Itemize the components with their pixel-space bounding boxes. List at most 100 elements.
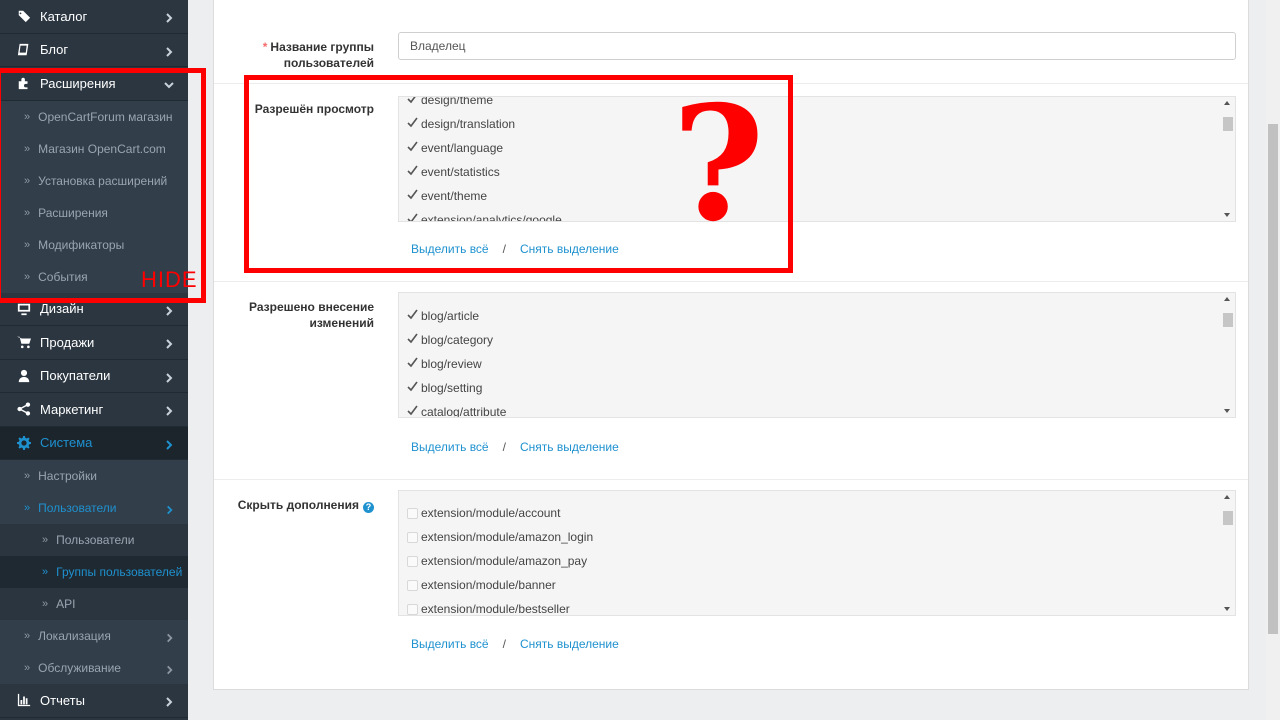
list-scrollbar[interactable] <box>1221 97 1235 221</box>
sidebar-item-reports[interactable]: Отчеты <box>0 684 188 718</box>
checkbox-unchecked[interactable] <box>407 579 418 591</box>
sidebar-subitem-installer[interactable]: » Установка расширений <box>0 164 188 197</box>
sidebar-subitem-extensions[interactable]: » Расширения <box>0 196 188 229</box>
scroll-up-arrow-icon[interactable] <box>1224 297 1230 301</box>
sidebar-subitem-label: Модификаторы <box>38 237 125 252</box>
user-icon <box>16 369 32 383</box>
cart-icon <box>16 335 32 349</box>
sidebar-item-label: Система <box>40 435 93 451</box>
form-row-hide-extensions: Скрыть дополнения? extension/module/acco… <box>214 480 1248 689</box>
chevron-right-icon <box>164 695 174 707</box>
deselect-link[interactable]: Снять выделение <box>520 637 619 651</box>
list-scrollbar[interactable] <box>1221 491 1235 615</box>
sidebar-item-label: Маркетинг <box>40 401 104 417</box>
chevron-right-icon <box>165 504 174 515</box>
scroll-down-arrow-icon[interactable] <box>1224 213 1230 217</box>
checkmark-icon <box>407 189 418 200</box>
page-scrollbar[interactable] <box>1266 0 1280 720</box>
double-chevron-icon: » <box>24 206 31 219</box>
gear-icon <box>16 435 32 450</box>
double-chevron-icon: » <box>24 662 31 674</box>
hide-extensions-list[interactable]: extension/module/account extension/modul… <box>398 490 1236 616</box>
checkbox-item[interactable]: extension/module/amazon_pay <box>407 549 587 573</box>
checkbox-item[interactable]: extension/analytics/google <box>407 208 562 221</box>
checkbox-item[interactable]: blog/review <box>407 352 482 376</box>
checkbox-item[interactable]: design/translation <box>407 112 515 136</box>
checkbox-item[interactable]: design/theme <box>407 97 493 112</box>
sidebar-subsubitem-label: Пользователи <box>56 533 135 547</box>
sidebar-item-system[interactable]: Система <box>0 426 188 460</box>
sidebar-subitem-ocforum-store[interactable]: » OpenCartForum магазин <box>0 100 188 133</box>
deselect-link[interactable]: Снять выделение <box>520 440 619 454</box>
scroll-up-arrow-icon[interactable] <box>1224 101 1230 105</box>
page-scrollbar-thumb[interactable] <box>1268 124 1278 634</box>
checkmark-icon <box>407 309 418 320</box>
checkbox-item[interactable]: extension/module/account <box>407 501 560 525</box>
access-permission-list[interactable]: design/theme design/translation event/la… <box>398 96 1236 222</box>
sidebar-subitem-label: Магазин OpenCart.com <box>38 141 166 156</box>
checkmark-icon <box>407 357 418 368</box>
checkbox-item[interactable]: blog/setting <box>407 376 482 400</box>
checkbox-item[interactable]: catalog/attribute <box>407 400 506 417</box>
select-all-link[interactable]: Выделить всё <box>411 637 489 651</box>
sidebar-item-customers[interactable]: Покупатели <box>0 360 188 393</box>
monitor-icon <box>16 302 32 316</box>
sidebar-item-blog[interactable]: Блог <box>0 34 188 67</box>
sidebar-subitem-localisation[interactable]: » Локализация <box>0 620 188 652</box>
double-chevron-icon: » <box>42 534 49 546</box>
scrollbar-thumb[interactable] <box>1223 313 1233 327</box>
scroll-down-arrow-icon[interactable] <box>1224 607 1230 611</box>
checkbox-item[interactable]: event/language <box>407 136 503 160</box>
modify-permission-list[interactable]: blog/article blog/category blog/review b… <box>398 292 1236 418</box>
sidebar-subitem-label: Установка расширений <box>38 173 168 188</box>
required-asterisk: * <box>262 40 268 54</box>
sidebar-subitem-settings[interactable]: » Настройки <box>0 460 188 492</box>
select-all-link[interactable]: Выделить всё <box>411 440 489 454</box>
sidebar-item-sales[interactable]: Продажи <box>0 326 188 360</box>
checkbox-unchecked[interactable] <box>407 507 418 519</box>
checkbox-item[interactable]: event/theme <box>407 184 487 208</box>
group-name-input[interactable] <box>398 32 1236 60</box>
scroll-down-arrow-icon[interactable] <box>1224 409 1230 413</box>
sidebar-item-catalog[interactable]: Каталог <box>0 0 188 34</box>
sidebar-subsubitem-users[interactable]: » Пользователи <box>0 524 188 556</box>
select-all-link[interactable]: Выделить всё <box>411 242 489 256</box>
checkmark-icon <box>407 405 418 416</box>
question-circle-icon[interactable]: ? <box>363 501 374 513</box>
book-icon <box>16 43 32 57</box>
checkbox-item[interactable]: extension/module/banner <box>407 573 556 597</box>
sidebar-subitem-users[interactable]: » Пользователи <box>0 492 188 524</box>
checkbox-item[interactable]: event/statistics <box>407 160 500 184</box>
list-scrollbar[interactable] <box>1221 293 1235 417</box>
checkbox-unchecked[interactable] <box>407 555 418 567</box>
checkbox-item[interactable]: extension/module/amazon_login <box>407 525 593 549</box>
sidebar-subitem-modifications[interactable]: » Модификаторы <box>0 228 188 261</box>
chevron-right-icon <box>165 632 174 643</box>
checkbox-item[interactable]: blog/category <box>407 328 493 352</box>
double-chevron-icon: » <box>24 470 31 482</box>
checkbox-item[interactable]: blog/article <box>407 304 479 328</box>
annotation-question-mark: ? <box>672 72 765 257</box>
checkbox-unchecked[interactable] <box>407 603 418 615</box>
checkbox-item[interactable]: extension/module/bestseller <box>407 597 570 615</box>
checkmark-icon <box>407 213 418 221</box>
scroll-up-arrow-icon[interactable] <box>1224 495 1230 499</box>
scrollbar-thumb[interactable] <box>1223 117 1233 131</box>
sidebar-item-label: Дизайн <box>40 301 84 317</box>
double-chevron-icon: » <box>24 110 31 123</box>
sidebar-item-design[interactable]: Дизайн <box>0 293 188 326</box>
deselect-link[interactable]: Снять выделение <box>520 242 619 256</box>
checkmark-icon <box>407 165 418 176</box>
sidebar-subsubitem-api[interactable]: » API <box>0 588 188 620</box>
tags-icon <box>16 9 32 23</box>
sidebar-item-extensions[interactable]: Расширения <box>0 67 188 101</box>
scrollbar-thumb[interactable] <box>1223 511 1233 525</box>
sidebar-subitem-label: События <box>38 269 88 284</box>
sidebar-subsubitem-user-groups[interactable]: » Группы пользователей <box>0 556 188 588</box>
sidebar-subitem-label: Настройки <box>38 469 97 483</box>
checkbox-unchecked[interactable] <box>407 531 418 543</box>
annotation-hide-text: HIDE <box>141 267 198 292</box>
sidebar-item-marketing[interactable]: Маркетинг <box>0 393 188 427</box>
sidebar-subitem-opencart-store[interactable]: » Магазин OpenCart.com <box>0 132 188 165</box>
sidebar-subitem-maintenance[interactable]: » Обслуживание <box>0 652 188 684</box>
